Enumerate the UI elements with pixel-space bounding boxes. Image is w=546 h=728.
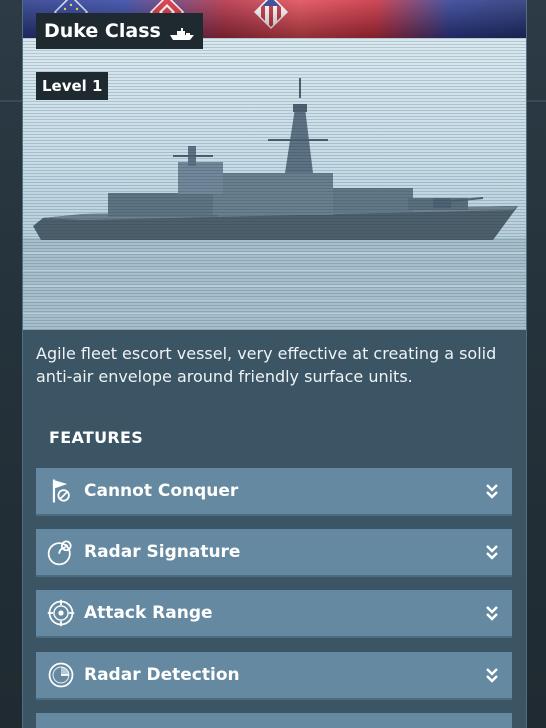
crosshair-icon — [44, 596, 78, 630]
unit-name: Duke Class — [44, 20, 161, 42]
no-flag-icon — [44, 474, 78, 508]
feature-row-attack-range[interactable]: Attack Range — [36, 590, 512, 638]
feature-label: Cannot Conquer — [84, 481, 239, 501]
unit-level-badge: Level 1 — [36, 72, 109, 100]
unit-description: Agile fleet escort vessel, very effectiv… — [36, 344, 497, 386]
background-left-strip — [0, 0, 22, 728]
radar-signature-icon — [44, 535, 78, 569]
chevron-double-down-icon[interactable] — [484, 543, 500, 561]
features-heading: FEATURES — [49, 428, 144, 447]
feature-label: Attack Range — [84, 603, 213, 623]
chevron-double-down-icon[interactable] — [484, 666, 500, 684]
background-right-strip — [524, 0, 546, 728]
unit-info-panel: Duke Class Level 1 Agile fleet escort ve… — [22, 0, 527, 728]
feature-row-cannot-conquer[interactable]: Cannot Conquer — [36, 468, 512, 516]
ship-icon — [169, 24, 195, 40]
feature-row-radar-detection[interactable]: Radar Detection — [36, 652, 512, 700]
feature-row-radar-signature[interactable]: Radar Signature — [36, 529, 512, 577]
radar-detection-icon — [44, 658, 78, 692]
chevron-double-down-icon[interactable] — [484, 604, 500, 622]
chevron-double-down-icon[interactable] — [484, 482, 500, 500]
unit-name-badge: Duke Class — [36, 13, 203, 49]
feature-label: Radar Signature — [84, 542, 241, 562]
us-flag-icon[interactable] — [253, 0, 289, 30]
feature-row-next-partial[interactable] — [36, 713, 512, 728]
feature-label: Radar Detection — [84, 665, 240, 685]
